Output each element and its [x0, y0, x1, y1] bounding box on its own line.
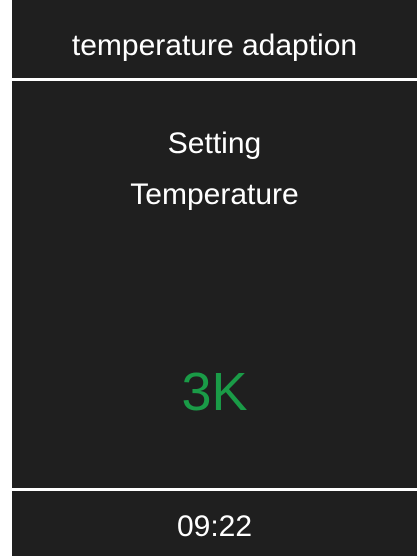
device-screen: temperature adaption Setting Temperature… — [12, 0, 417, 556]
bottom-divider — [12, 488, 417, 491]
setting-label: Setting — [167, 127, 262, 160]
temperature-label: Temperature — [130, 178, 299, 211]
clock-time: 09:22 — [176, 510, 253, 543]
temperature-value[interactable]: 3K — [12, 360, 417, 424]
title-bar: temperature adaption — [12, 0, 417, 80]
top-divider — [12, 78, 417, 81]
screen-title: temperature adaption — [71, 29, 358, 62]
